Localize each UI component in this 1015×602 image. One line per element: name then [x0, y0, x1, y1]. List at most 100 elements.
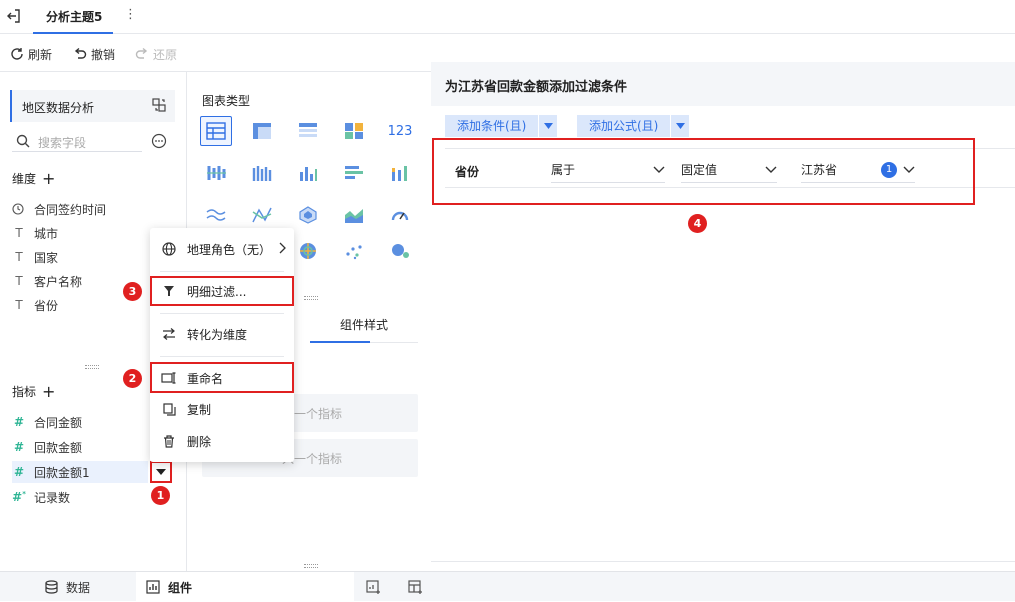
- map-chart-icon[interactable]: [292, 236, 324, 266]
- menu-item-delete[interactable]: 删除: [150, 426, 294, 456]
- tab-active-indicator: [310, 341, 370, 343]
- add-component-button[interactable]: [362, 572, 386, 602]
- dimension-label: 城市: [34, 226, 59, 241]
- calc-number-icon: #*: [12, 490, 26, 504]
- radar-chart-icon[interactable]: [292, 200, 324, 230]
- cross-table-icon[interactable]: [246, 116, 278, 146]
- annotation-box-2: [150, 362, 294, 393]
- menu-item-copy[interactable]: 复制: [150, 394, 294, 424]
- globe-icon: [161, 242, 177, 256]
- add-condition-button[interactable]: 添加条件(且): [445, 115, 539, 137]
- switch-dataset-icon[interactable]: [152, 98, 166, 112]
- redo-label: 还原: [153, 47, 178, 62]
- more-vertical-icon[interactable]: ⋮: [124, 7, 137, 22]
- number-type-icon: #: [13, 440, 25, 454]
- resize-handle[interactable]: [304, 564, 318, 568]
- combo-line-icon[interactable]: [246, 200, 278, 230]
- filter-title: 为江苏省回款金额添加过滤条件: [445, 80, 628, 95]
- add-metric-icon[interactable]: +: [42, 383, 55, 399]
- bar-chart-icon[interactable]: [338, 158, 370, 188]
- dimension-item[interactable]: 合同签约时间: [12, 198, 180, 220]
- menu-separator: [160, 313, 284, 314]
- block-chart-icon[interactable]: [338, 116, 370, 146]
- boxplot-chart-icon[interactable]: [200, 158, 232, 188]
- more-options-icon[interactable]: [151, 133, 167, 149]
- menu-separator: [160, 356, 284, 357]
- metrics-header: 指标 +: [12, 383, 55, 400]
- add-condition-group: 添加条件(且): [445, 115, 558, 137]
- add-formula-button[interactable]: 添加公式(且): [577, 115, 671, 137]
- analysis-tab-title[interactable]: 分析主题5: [46, 8, 102, 25]
- dimension-label: 合同签约时间: [34, 202, 107, 217]
- menu-item-label: 地理角色（无）: [187, 242, 272, 257]
- detail-table-icon[interactable]: [292, 116, 324, 146]
- add-dashboard-button[interactable]: [404, 572, 428, 602]
- number-chart-icon[interactable]: 123: [384, 116, 416, 146]
- tab-component-style[interactable]: 组件样式: [340, 316, 388, 333]
- dimension-label: 省份: [34, 298, 59, 313]
- exit-icon[interactable]: [6, 8, 22, 24]
- annotation-marker-1: 1: [151, 486, 170, 505]
- tab-data[interactable]: 数据: [0, 572, 135, 602]
- menu-item-convert-dimension[interactable]: 转化为维度: [150, 319, 294, 349]
- undo-icon: [73, 47, 87, 61]
- convert-icon: [161, 328, 177, 340]
- annotation-box-3: [150, 276, 294, 306]
- grouped-bar-icon[interactable]: [246, 158, 278, 188]
- dataset-name: 地区数据分析: [22, 101, 95, 115]
- redo-button[interactable]: 还原: [135, 45, 177, 63]
- database-icon: [45, 580, 58, 594]
- tab-component[interactable]: 组件: [136, 572, 354, 602]
- add-condition-dropdown[interactable]: [539, 115, 558, 137]
- metric-dropdown-button[interactable]: [150, 461, 172, 483]
- line-chart-icon[interactable]: [200, 200, 232, 230]
- divider: [431, 561, 1015, 562]
- add-dimension-icon[interactable]: +: [42, 170, 55, 186]
- caret-down-icon: [543, 123, 553, 129]
- stacked-column-icon[interactable]: [384, 158, 416, 188]
- dimension-label: 客户名称: [34, 274, 83, 289]
- metrics-title: 指标: [12, 385, 37, 399]
- table-chart-icon[interactable]: [200, 116, 232, 146]
- scatter-chart-icon[interactable]: [338, 236, 370, 266]
- filter-panel: 为江苏省回款金额添加过滤条件 添加条件(且) 添加公式(且) 省份 属于 固定值…: [431, 62, 1015, 562]
- dimensions-title: 维度: [12, 172, 37, 186]
- menu-item-label: 复制: [187, 402, 212, 417]
- caret-down-icon: [675, 123, 685, 129]
- dimensions-header: 维度 +: [12, 170, 55, 187]
- menu-item-label: 删除: [187, 434, 212, 449]
- metric-label: 合同金额: [34, 415, 83, 430]
- field-context-menu: 地理角色（无） 明细过滤... 转化为维度 重命名 复制 删除: [150, 228, 294, 462]
- top-bar: 分析主题5 ⋮: [0, 0, 1015, 34]
- refresh-button[interactable]: 刷新: [10, 45, 52, 63]
- resize-handle[interactable]: [304, 296, 318, 300]
- resize-handle[interactable]: [85, 365, 99, 369]
- number-type-icon: #: [13, 415, 25, 429]
- add-dashboard-icon: [408, 580, 424, 594]
- bubble-chart-icon[interactable]: [384, 236, 416, 266]
- search-placeholder: 搜索字段: [38, 136, 87, 150]
- undo-button[interactable]: 撤销: [73, 45, 115, 63]
- metric-item-selected[interactable]: # 回款金额1: [12, 461, 148, 483]
- menu-item-label: 转化为维度: [187, 327, 248, 342]
- chart-icon: [146, 580, 160, 594]
- dimension-label: 国家: [34, 250, 59, 265]
- chart-type-label: 图表类型: [202, 94, 251, 108]
- dataset-selector[interactable]: 地区数据分析: [10, 90, 175, 122]
- metric-label: 记录数: [34, 490, 71, 505]
- gauge-chart-icon[interactable]: [384, 200, 416, 230]
- chevron-right-icon: [279, 242, 286, 254]
- text-type-icon: T: [15, 298, 23, 312]
- search-icon: [16, 134, 30, 148]
- column-chart-icon[interactable]: [292, 158, 324, 188]
- copy-icon: [161, 402, 177, 416]
- active-tab-indicator: [33, 32, 113, 34]
- add-formula-group: 添加公式(且): [577, 115, 690, 137]
- area-chart-icon[interactable]: [338, 200, 370, 230]
- number-type-icon: #: [13, 465, 25, 479]
- field-search[interactable]: 搜索字段: [12, 130, 142, 152]
- menu-separator: [160, 271, 284, 272]
- menu-item-geo-role[interactable]: 地理角色（无）: [150, 234, 294, 264]
- add-formula-dropdown[interactable]: [671, 115, 690, 137]
- text-type-icon: T: [15, 226, 23, 240]
